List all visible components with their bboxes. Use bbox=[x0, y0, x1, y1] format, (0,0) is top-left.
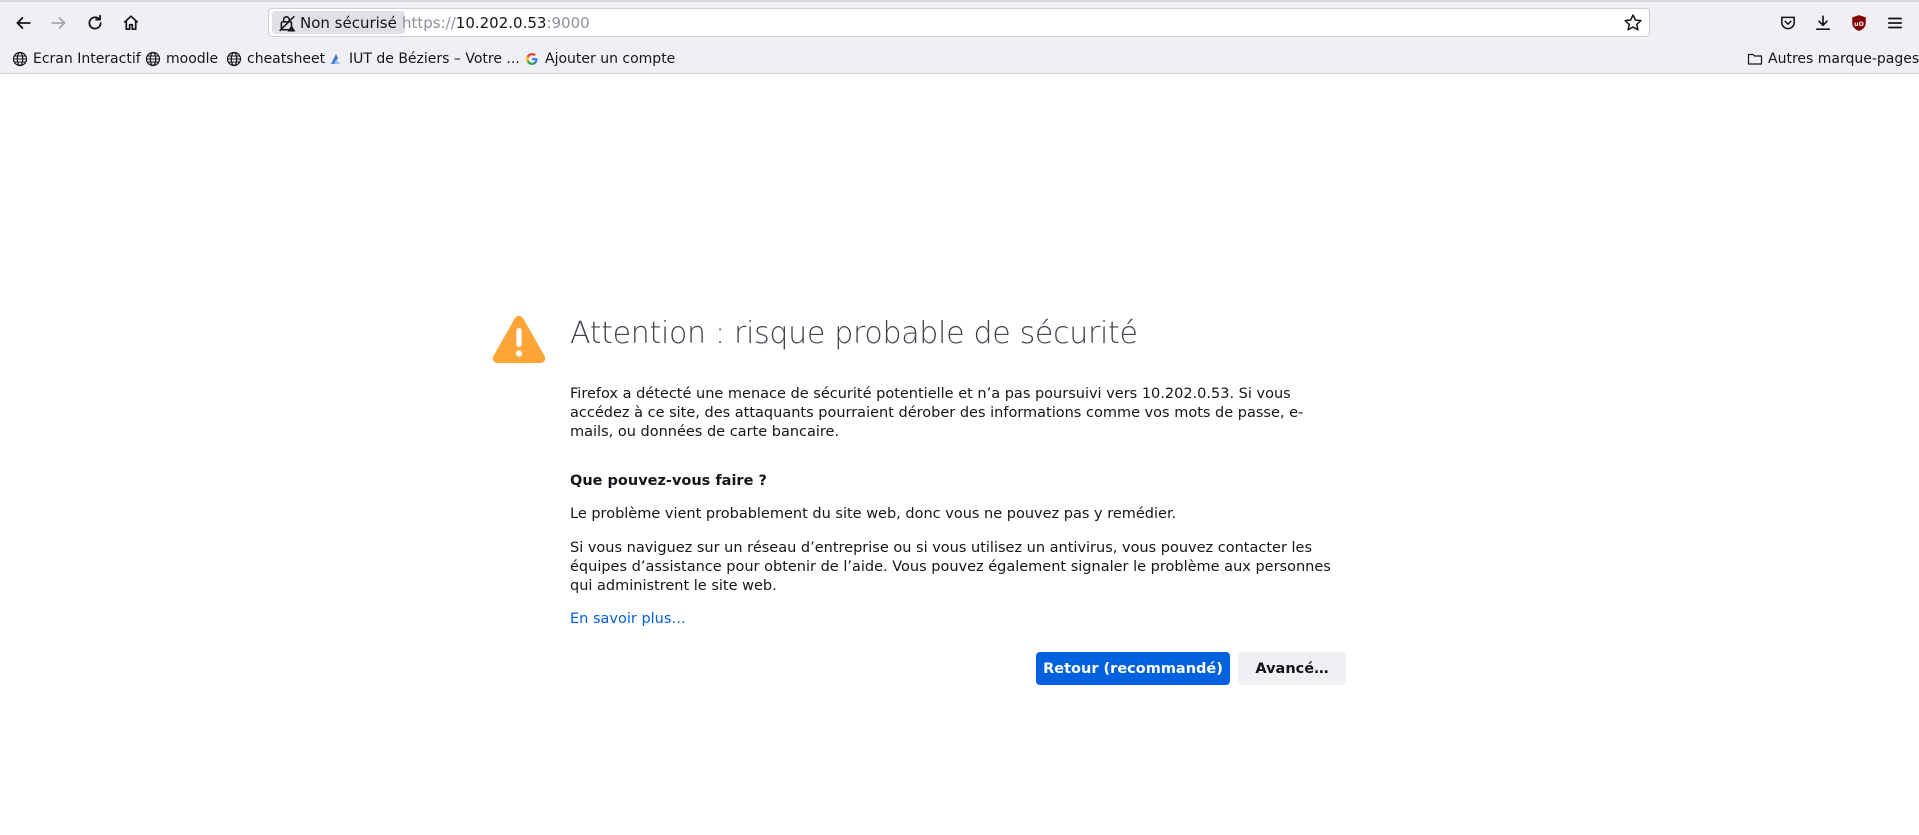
identity-label: Non sécurisé bbox=[300, 13, 397, 32]
url-scheme: https:// bbox=[402, 14, 456, 32]
url-host: 10.202.0.53 bbox=[455, 14, 547, 32]
folder-icon bbox=[1747, 53, 1763, 65]
url-text[interactable]: https://10.202.0.53:9000 bbox=[402, 13, 590, 33]
error-description: Firefox a détecté une menace de sécurité… bbox=[570, 386, 1304, 440]
home-icon bbox=[123, 15, 139, 31]
url-bar[interactable]: Non sécurisé https://10.202.0.53:9000 bbox=[268, 8, 1650, 37]
insecure-lock-icon bbox=[279, 15, 296, 31]
downloads-button[interactable] bbox=[1808, 8, 1838, 38]
bookmark-label: IUT de Béziers – Votre ... bbox=[349, 51, 520, 67]
bookmark-iut-beziers[interactable]: IUT de Béziers – Votre ... bbox=[328, 48, 520, 70]
globe-icon bbox=[226, 51, 242, 67]
bookmark-cheatsheet[interactable]: cheatsheet bbox=[226, 48, 325, 70]
toolbar-top-border bbox=[0, 0, 1919, 2]
bookmarks-toolbar: Ecran Interactif moodle cheatsheet IUT d… bbox=[0, 44, 1919, 74]
app-menu-button[interactable] bbox=[1880, 8, 1910, 38]
bookmark-label: cheatsheet bbox=[247, 51, 326, 67]
warning-icon bbox=[492, 316, 546, 363]
bookmark-ajouter-compte[interactable]: Ajouter un compte bbox=[524, 48, 675, 70]
what-can-you-do-heading: Que pouvez-vous faire ? bbox=[570, 473, 767, 489]
arrow-right-icon bbox=[51, 17, 66, 29]
advanced-button[interactable]: Avancé… bbox=[1238, 652, 1346, 685]
reload-icon bbox=[88, 14, 102, 30]
globe-icon bbox=[12, 51, 28, 67]
reload-button[interactable] bbox=[80, 8, 110, 38]
other-bookmarks-label: Autres marque-pages bbox=[1768, 51, 1919, 67]
what-can-you-do-item-2: Si vous naviguez sur un réseau d’entrepr… bbox=[570, 540, 1331, 594]
ublock-origin-icon: uO bbox=[1852, 15, 1866, 31]
error-title: Attention : risque probable de sécurité bbox=[570, 316, 1138, 351]
bookmark-label: Ecran Interactif bbox=[33, 51, 141, 67]
pocket-button[interactable] bbox=[1773, 8, 1803, 38]
back-button[interactable] bbox=[8, 8, 38, 38]
home-button[interactable] bbox=[116, 8, 146, 38]
arrow-left-icon bbox=[16, 17, 31, 29]
site-identity-button[interactable]: Non sécurisé bbox=[272, 11, 405, 34]
pocket-icon bbox=[1781, 16, 1795, 30]
bookmark-star-icon[interactable] bbox=[1623, 13, 1643, 33]
navigation-toolbar: Non sécurisé https://10.202.0.53:9000 uO bbox=[0, 0, 1919, 44]
bookmark-ecran-interactif[interactable]: Ecran Interactif bbox=[12, 48, 141, 70]
learn-more-link[interactable]: En savoir plus… bbox=[570, 611, 686, 627]
ublock-origin-button[interactable]: uO bbox=[1844, 8, 1874, 38]
go-back-button[interactable]: Retour (recommandé) bbox=[1036, 652, 1230, 685]
other-bookmarks-folder[interactable]: Autres marque-pages bbox=[1747, 48, 1919, 70]
download-icon bbox=[1815, 15, 1831, 31]
globe-icon bbox=[145, 51, 161, 67]
what-can-you-do-item-1: Le problème vient probablement du site w… bbox=[570, 506, 1177, 522]
bookmark-moodle[interactable]: moodle bbox=[145, 48, 218, 70]
bookmark-label: moodle bbox=[166, 51, 219, 67]
bookmark-label: Ajouter un compte bbox=[545, 51, 676, 67]
svg-text:uO: uO bbox=[1854, 21, 1864, 28]
forward-button[interactable] bbox=[44, 8, 74, 38]
iut-favicon bbox=[331, 54, 341, 64]
google-g-icon bbox=[526, 53, 538, 65]
hamburger-menu-icon bbox=[1887, 17, 1903, 29]
url-port: :9000 bbox=[546, 14, 590, 32]
